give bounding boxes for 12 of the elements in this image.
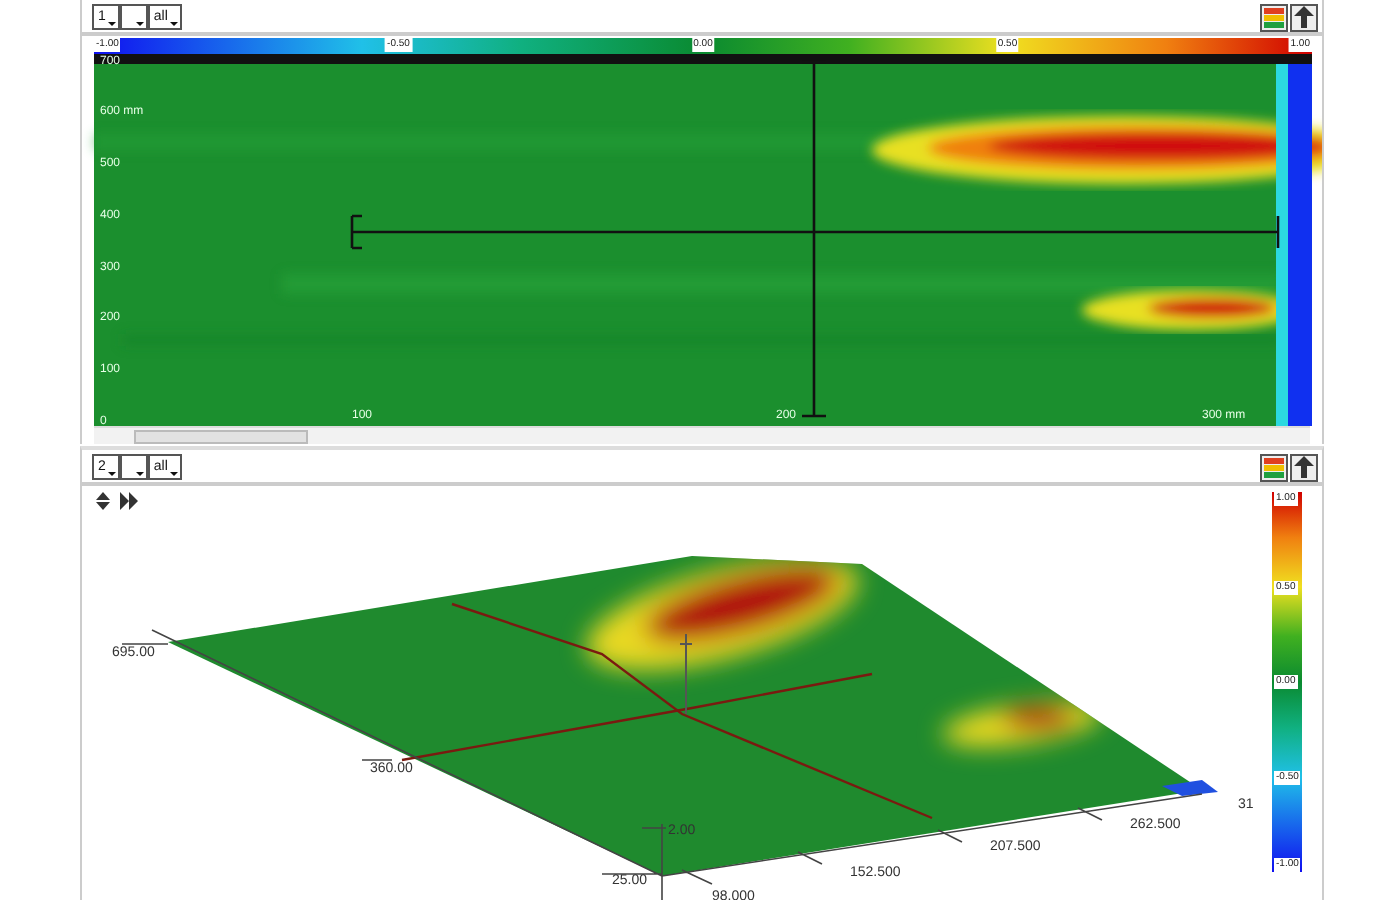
surface-dip [1162,780,1218,796]
dropdown-button[interactable] [119,4,148,30]
scrollbar-thumb[interactable] [134,430,308,444]
palette-button[interactable] [1260,3,1288,31]
palette-button[interactable] [1260,453,1288,481]
up-arrow-button[interactable] [1290,3,1318,31]
dropdown-button[interactable] [119,454,148,480]
cursor-marker [679,633,693,715]
rotate-icon[interactable] [94,492,112,510]
up-arrow-button[interactable] [1290,453,1318,481]
horizontal-scrollbar[interactable] [94,426,1310,444]
fast-forward-icon[interactable] [120,492,138,510]
